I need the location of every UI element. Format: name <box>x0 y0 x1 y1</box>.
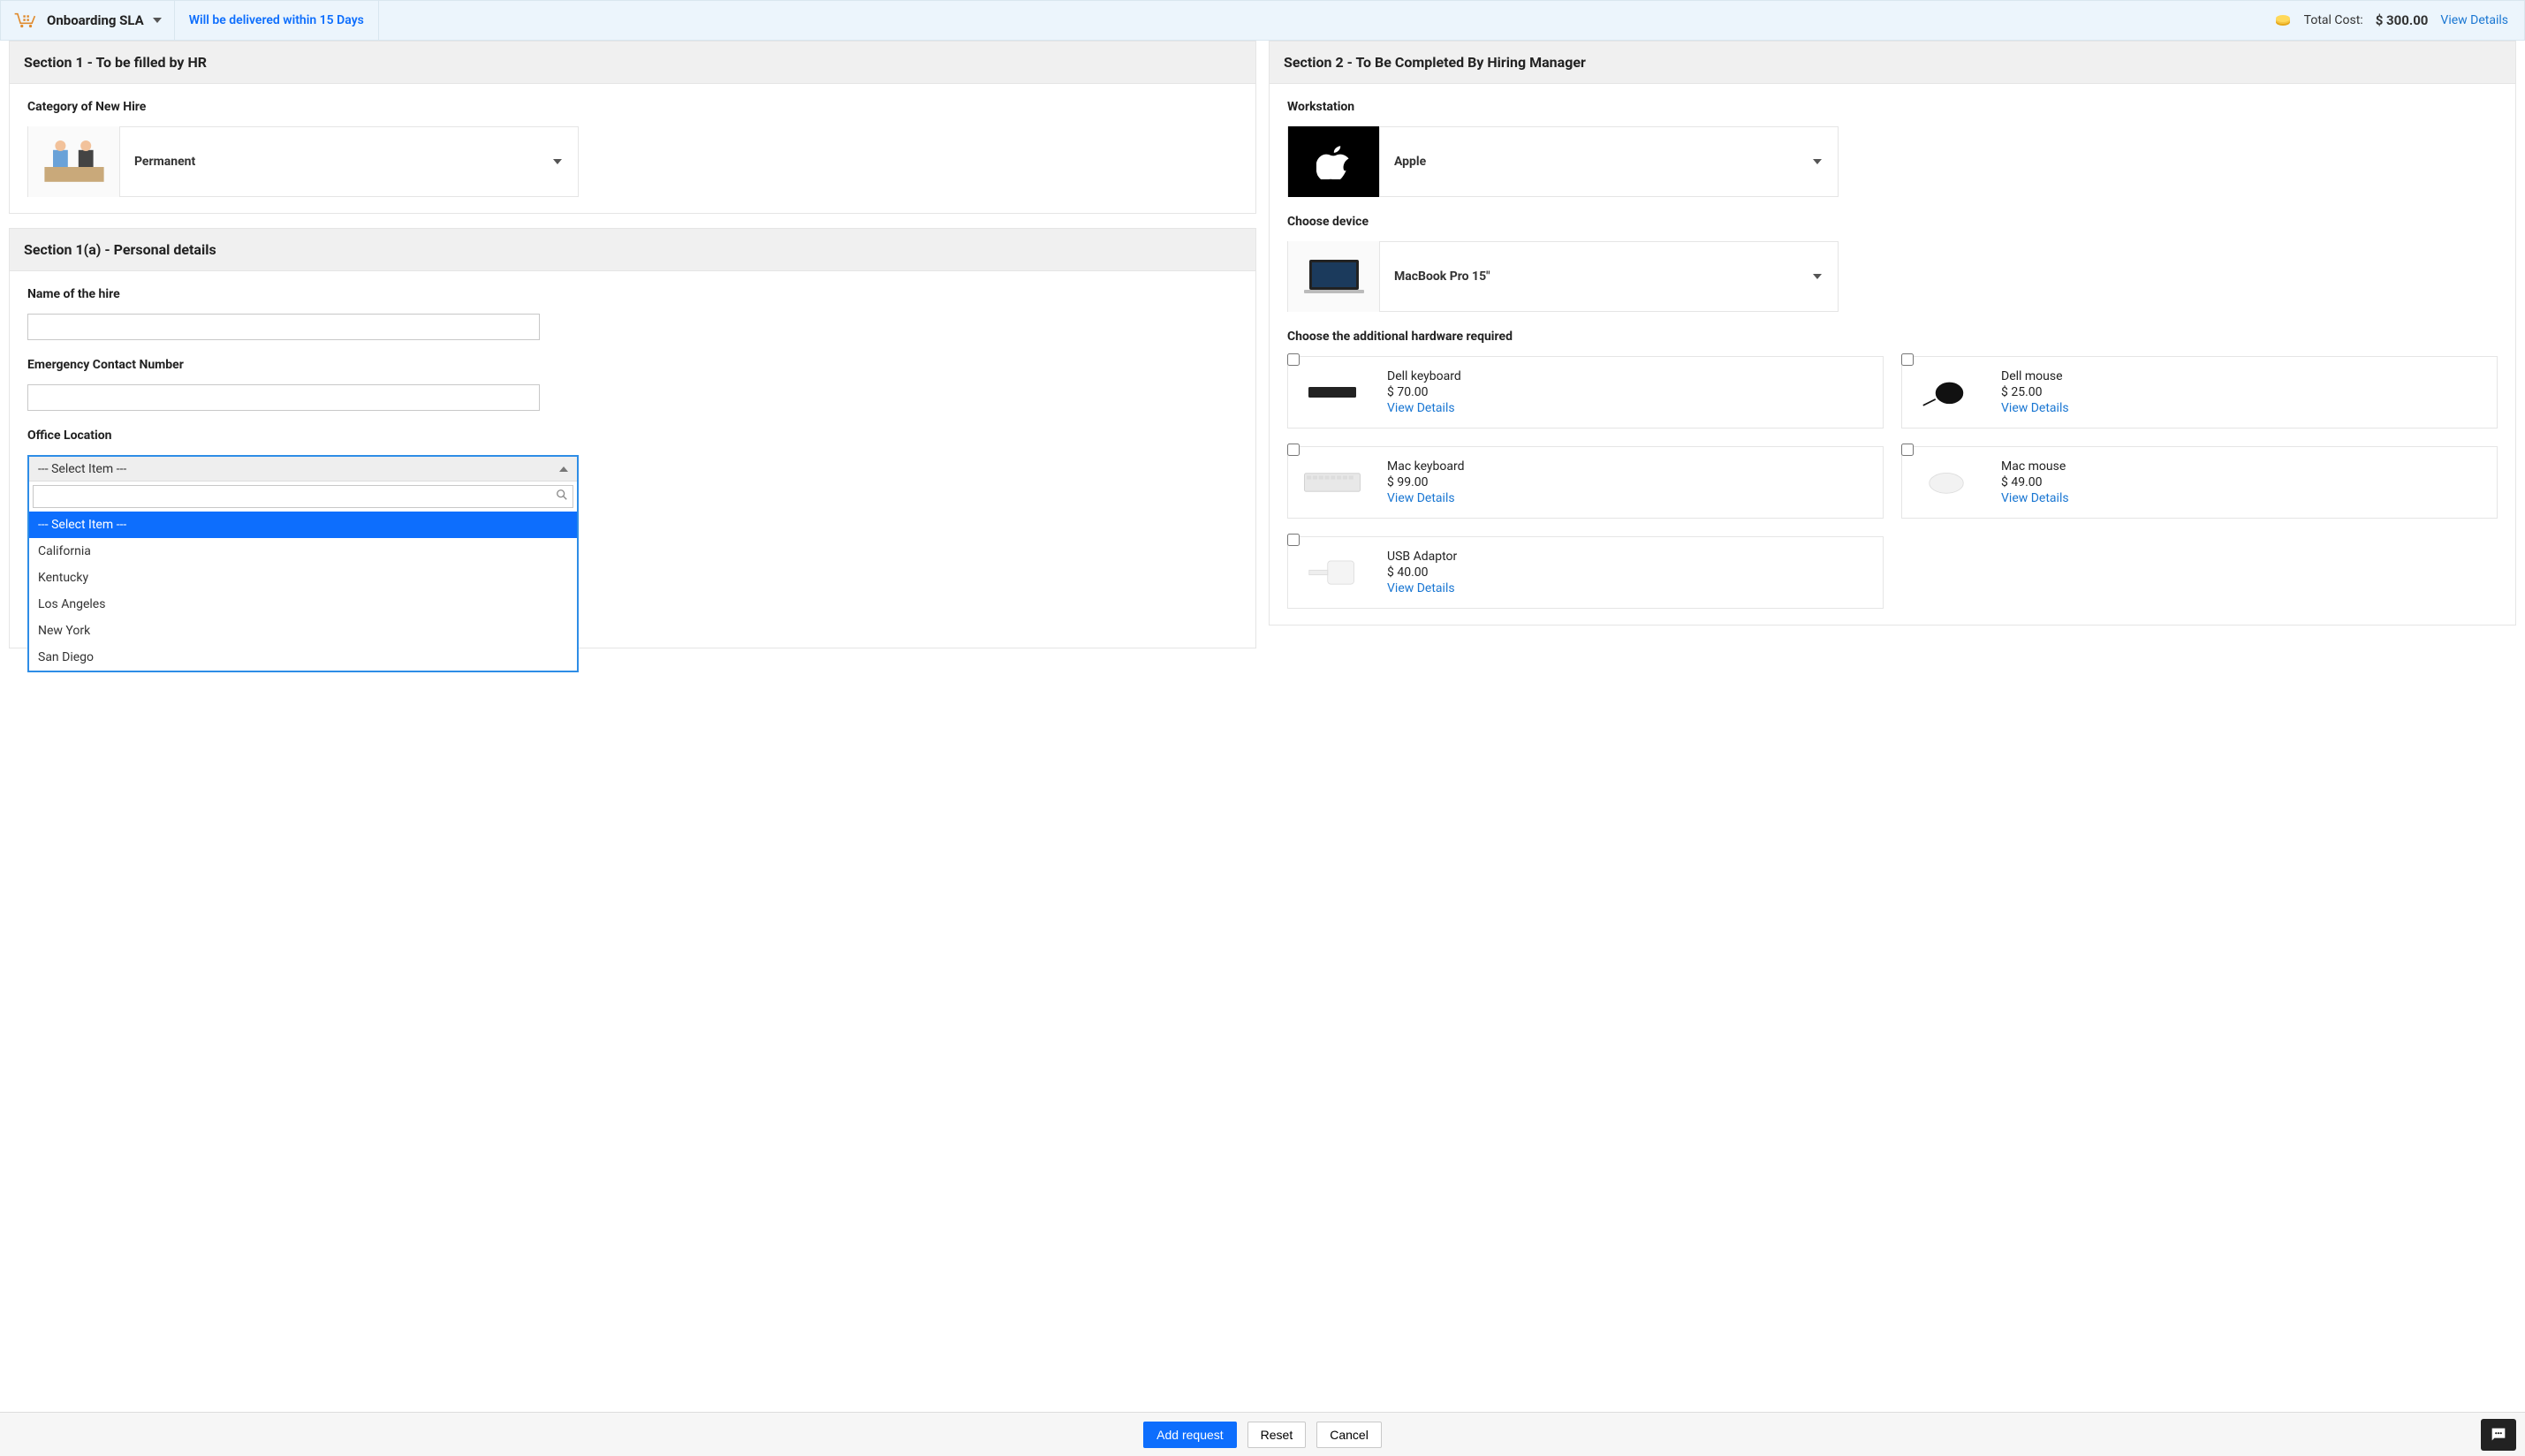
name-input[interactable] <box>27 314 540 340</box>
hardware-name: Dell mouse <box>2001 369 2069 383</box>
office-option[interactable]: New York <box>29 618 577 644</box>
category-select[interactable]: Permanent <box>27 126 579 197</box>
hardware-checkbox[interactable] <box>1901 353 1914 366</box>
office-option[interactable]: Kentucky <box>29 565 577 591</box>
hardware-price: $ 40.00 <box>1387 565 1457 580</box>
hardware-view-details[interactable]: View Details <box>1387 581 1457 595</box>
section-1a-header: Section 1(a) - Personal details <box>10 229 1255 271</box>
workstation-value: Apple <box>1380 155 1797 169</box>
device-value: MacBook Pro 15" <box>1380 269 1797 284</box>
section-1-header: Section 1 - To be filled by HR <box>10 42 1255 84</box>
category-value: Permanent <box>120 155 537 169</box>
category-thumb <box>28 126 120 197</box>
hardware-checkbox[interactable] <box>1287 534 1300 546</box>
hardware-thumb <box>1288 537 1376 608</box>
add-request-button[interactable]: Add request <box>1143 1422 1237 1448</box>
chevron-down-icon <box>537 155 578 169</box>
hardware-price: $ 49.00 <box>2001 475 2069 489</box>
hardware-item: Dell mouse $ 25.00 View Details <box>1901 356 2498 428</box>
right-column: Section 2 - To Be Completed By Hiring Ma… <box>1269 41 2516 663</box>
name-label: Name of the hire <box>27 287 1238 301</box>
chevron-up-icon <box>559 466 568 472</box>
office-search-input[interactable] <box>33 485 573 508</box>
chevron-down-icon <box>1797 269 1838 284</box>
hardware-card: Dell keyboard $ 70.00 View Details <box>1287 356 1884 428</box>
additional-hardware-label: Choose the additional hardware required <box>1287 330 2498 344</box>
device-label: Choose device <box>1287 215 2498 229</box>
hardware-price: $ 99.00 <box>1387 475 1465 489</box>
delivery-info: Will be delivered within 15 Days <box>175 1 379 40</box>
hardware-item: Mac keyboard$ 99.00 View Details <box>1287 446 1884 519</box>
office-options-list: --- Select Item ---CaliforniaKentuckyLos… <box>29 512 577 671</box>
hardware-card: Mac keyboard$ 99.00 View Details <box>1287 446 1884 519</box>
hardware-grid: Dell keyboard$ 70.00View DetailsDell mou… <box>1287 356 2498 609</box>
hardware-card: Mac mouse$ 49.00 View Details <box>1901 446 2498 519</box>
hardware-checkbox[interactable] <box>1901 444 1914 456</box>
hardware-view-details[interactable]: View Details <box>1387 401 1461 415</box>
section-1-panel: Section 1 - To be filled by HR Category … <box>9 41 1256 214</box>
section-1a-panel: Section 1(a) - Personal details Name of … <box>9 228 1256 648</box>
footer-bar: Add request Reset Cancel <box>0 1412 2525 1456</box>
office-option[interactable]: California <box>29 538 577 565</box>
emergency-input[interactable] <box>27 384 540 411</box>
hardware-checkbox[interactable] <box>1287 444 1300 456</box>
hardware-price: $ 70.00 <box>1387 385 1461 399</box>
hardware-checkbox[interactable] <box>1287 353 1300 366</box>
cart-icon <box>13 11 36 30</box>
hardware-thumb <box>1288 357 1376 428</box>
section-2-panel: Section 2 - To Be Completed By Hiring Ma… <box>1269 41 2516 626</box>
left-column: Section 1 - To be filled by HR Category … <box>9 41 1256 663</box>
chat-fab[interactable] <box>2481 1419 2516 1451</box>
topbar: Onboarding SLA Will be delivered within … <box>0 0 2525 41</box>
total-cost-label: Total Cost: <box>2304 13 2363 27</box>
device-select[interactable]: MacBook Pro 15" <box>1287 241 1839 312</box>
view-details-link[interactable]: View Details <box>2440 13 2508 27</box>
hardware-item: Mac mouse$ 49.00 View Details <box>1901 446 2498 519</box>
hardware-name: Dell keyboard <box>1387 369 1461 383</box>
hardware-view-details[interactable]: View Details <box>2001 401 2069 415</box>
section-2-header: Section 2 - To Be Completed By Hiring Ma… <box>1270 42 2515 84</box>
office-option[interactable]: Los Angeles <box>29 591 577 618</box>
hardware-view-details[interactable]: View Details <box>2001 491 2069 505</box>
topbar-spacer <box>379 1 2258 40</box>
hardware-name: USB Adaptor <box>1387 550 1457 564</box>
emergency-label: Emergency Contact Number <box>27 358 1238 372</box>
office-option[interactable]: --- Select Item --- <box>29 512 577 538</box>
cancel-button[interactable]: Cancel <box>1316 1422 1382 1448</box>
office-label: Office Location <box>27 428 1238 443</box>
office-selected-row[interactable]: --- Select Item --- <box>29 457 577 482</box>
hardware-thumb <box>1902 447 1990 518</box>
coins-icon <box>2274 11 2292 29</box>
hardware-thumb <box>1288 447 1376 518</box>
office-selected-text: --- Select Item --- <box>38 462 126 476</box>
total-cost-value: $ 300.00 <box>2376 12 2429 28</box>
hardware-thumb <box>1902 357 1990 428</box>
delivery-text: Will be delivered within 15 Days <box>189 13 364 27</box>
hardware-price: $ 25.00 <box>2001 385 2069 399</box>
chevron-down-icon <box>1797 155 1838 169</box>
hardware-item: Dell keyboard $ 70.00 View Details <box>1287 356 1884 428</box>
main: Section 1 - To be filled by HR Category … <box>0 41 2525 716</box>
workstation-label: Workstation <box>1287 100 2498 114</box>
hardware-item: USB Adaptor$ 40.00View Details <box>1287 536 1884 609</box>
office-dropdown-popup: --- Select Item --- --- Select Item ---C… <box>27 455 579 672</box>
hardware-card: Dell mouse $ 25.00 View Details <box>1901 356 2498 428</box>
hardware-name: Mac mouse <box>2001 459 2069 474</box>
category-label: Category of New Hire <box>27 100 1238 114</box>
workstation-select[interactable]: Apple <box>1287 126 1839 197</box>
apple-logo-icon <box>1288 126 1380 197</box>
chevron-down-icon <box>153 18 162 23</box>
hardware-name: Mac keyboard <box>1387 459 1465 474</box>
reset-button[interactable]: Reset <box>1247 1422 1307 1448</box>
hardware-card: USB Adaptor$ 40.00View Details <box>1287 536 1884 609</box>
hardware-view-details[interactable]: View Details <box>1387 491 1465 505</box>
sla-label: Onboarding SLA <box>47 12 144 28</box>
topbar-right: Total Cost: $ 300.00 View Details <box>2258 1 2524 40</box>
office-option[interactable]: San Diego <box>29 644 577 671</box>
device-thumb <box>1288 241 1380 312</box>
sla-selector[interactable]: Onboarding SLA <box>1 1 175 40</box>
